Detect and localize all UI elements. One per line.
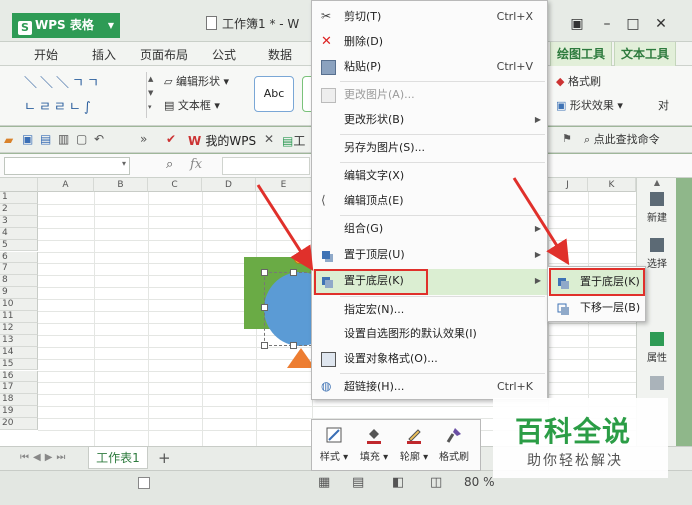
annotation-arrow-submenu [512, 177, 570, 266]
baike-watermark: 百科全说 助你轻松解决 [493, 398, 668, 478]
watermark-subtitle: 助你轻松解决 [527, 453, 623, 469]
annotation-arrow-menu [256, 184, 314, 272]
watermark-title: 百科全说 [515, 415, 632, 448]
